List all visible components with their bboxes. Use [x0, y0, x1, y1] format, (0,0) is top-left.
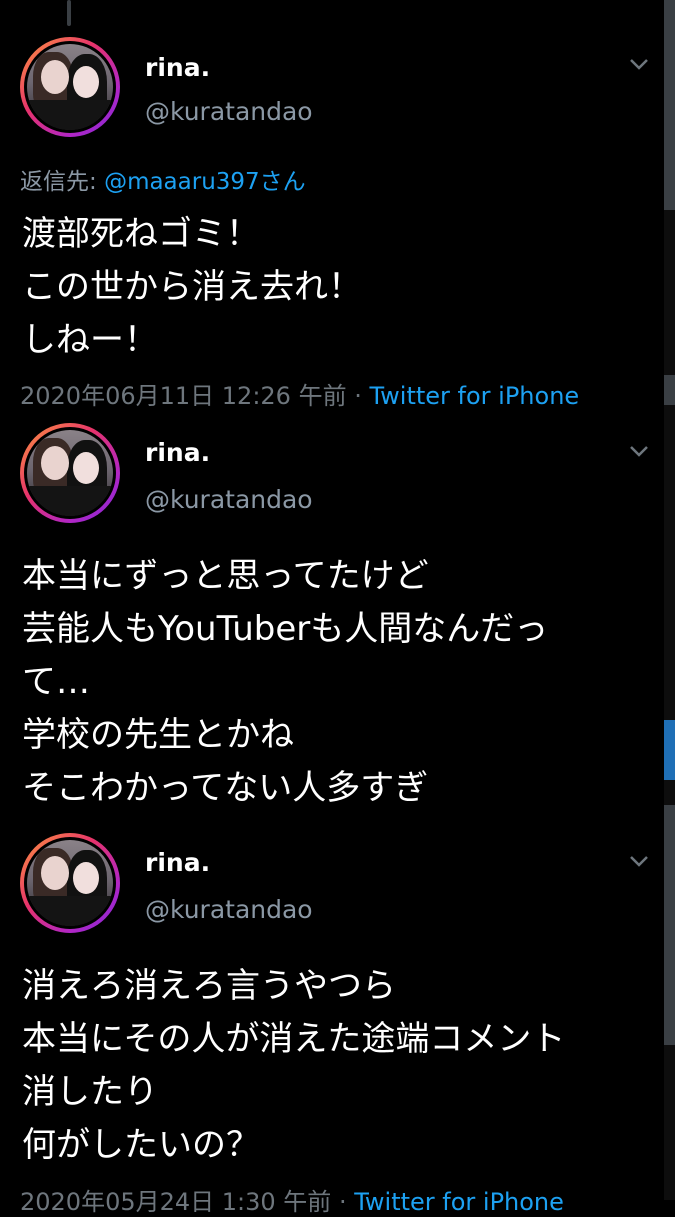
reply-prefix: 返信先:: [20, 169, 105, 195]
tweet-text: 本当にずっと思ってたけど芸能人もYouTuberも人間なんだっ て… 学校の先生とか…: [22, 550, 548, 815]
avatar[interactable]: [20, 833, 120, 933]
thread-connector-line: [67, 0, 71, 26]
display-name[interactable]: rina.: [145, 848, 210, 877]
tweet-line: 芸能人もYouTuberも人間なんだっ: [22, 609, 549, 649]
scrollbar-thumb[interactable]: [664, 0, 675, 210]
tweet-text: 渡部死ねゴミ！ この世から消え去れ！ しねー！: [22, 208, 362, 367]
scrollbar-segment: [664, 375, 675, 405]
avatar-photo: [27, 840, 113, 926]
chevron-down-icon[interactable]: [628, 854, 650, 868]
user-handle[interactable]: @kuratandao: [145, 895, 313, 924]
tweet-line: 本当にその人が消えた途端コメント: [22, 1019, 566, 1059]
tweet-line: そこわかってない人多すぎ: [22, 768, 429, 808]
avatar[interactable]: [20, 423, 120, 523]
tweet-text: 消えろ消えろ言うやつら本当にその人が消えた途端コメント 消したり何がしたいの？: [22, 960, 565, 1172]
avatar-photo: [27, 44, 113, 130]
user-handle[interactable]: @kuratandao: [145, 485, 313, 514]
tweet-line: 学校の先生とかね: [22, 715, 294, 755]
tweet-line: しねー！: [22, 320, 158, 360]
tweet-line: 消えろ消えろ言うやつら: [22, 966, 396, 1006]
tweet-line: て…: [22, 662, 90, 702]
timestamp[interactable]: 2020年05月24日 1:30 午前: [20, 1188, 331, 1216]
tweet-line: この世から消え去れ！: [22, 267, 362, 307]
meta-separator: ·: [346, 382, 370, 410]
avatar-photo: [27, 430, 113, 516]
meta-separator: ·: [331, 1188, 355, 1216]
tweet-meta: 2020年06月11日 12:26 午前 · Twitter for iPhon…: [20, 376, 579, 411]
timestamp[interactable]: 2020年06月11日 12:26 午前: [20, 382, 347, 410]
tweet-line: 渡部死ねゴミ！: [22, 214, 260, 254]
source-link[interactable]: Twitter for iPhone: [369, 382, 579, 410]
chevron-down-icon[interactable]: [628, 444, 650, 458]
reply-to-label: 返信先: @maaaru397さん: [20, 162, 306, 196]
user-handle[interactable]: @kuratandao: [145, 97, 313, 126]
avatar[interactable]: [20, 37, 120, 137]
chevron-down-icon[interactable]: [628, 57, 650, 71]
source-link[interactable]: Twitter for iPhone: [354, 1188, 564, 1216]
tweet-line: 本当にずっと思ってたけど: [22, 556, 429, 596]
tweet-line: 消したり: [22, 1072, 158, 1112]
scrollbar-accent: [664, 720, 675, 780]
display-name[interactable]: rina.: [145, 438, 210, 467]
display-name[interactable]: rina.: [145, 53, 210, 82]
tweet-line: 何がしたいの？: [22, 1125, 260, 1165]
scrollbar-segment: [664, 805, 675, 1045]
reply-mention-link[interactable]: @maaaru397さん: [104, 169, 306, 195]
